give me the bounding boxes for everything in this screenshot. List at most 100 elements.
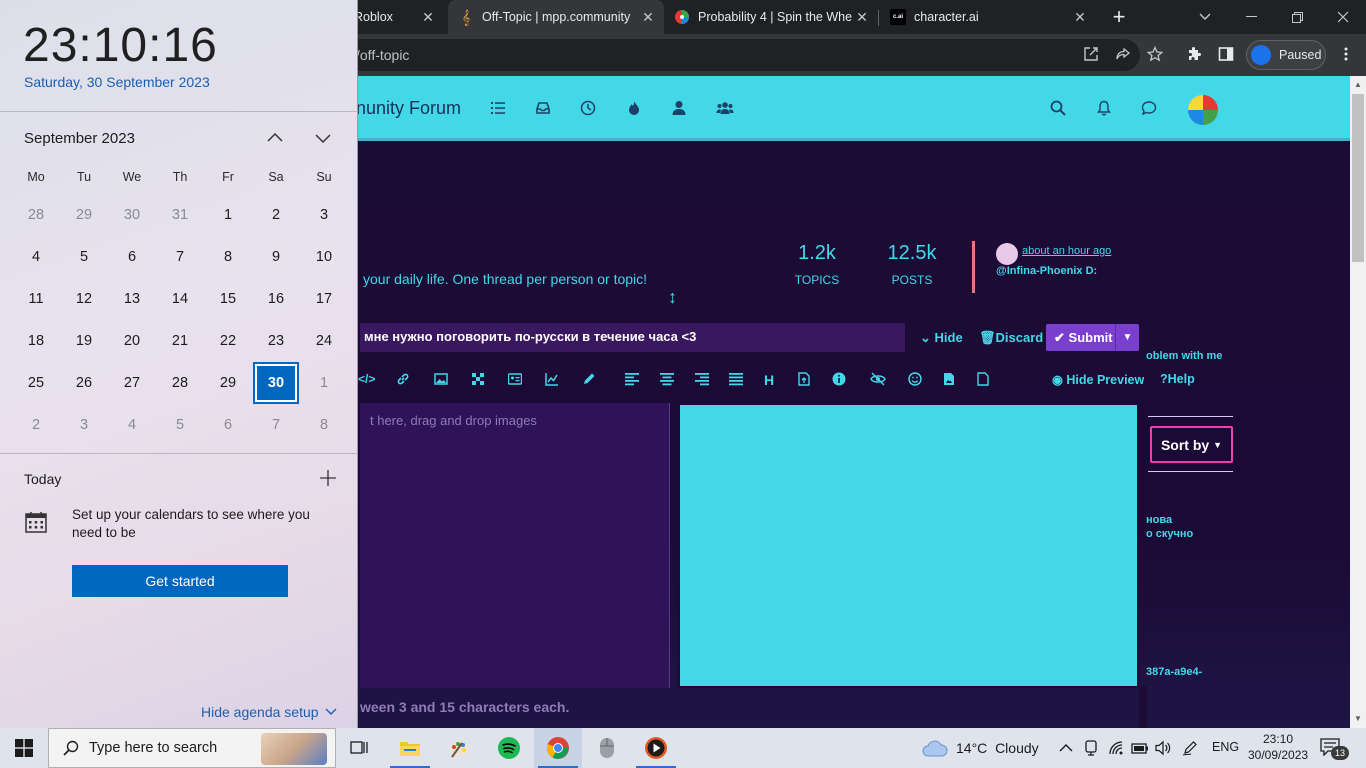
file-icon[interactable] (977, 372, 991, 386)
spotify-icon[interactable] (485, 728, 533, 768)
paint-icon[interactable] (435, 728, 483, 768)
media-player-icon[interactable] (632, 728, 680, 768)
calendar-day[interactable]: 12 (63, 280, 105, 318)
calendar-day[interactable]: 10 (303, 238, 345, 276)
calendar-day[interactable]: 3 (303, 196, 345, 234)
month-label[interactable]: September 2023 (24, 130, 135, 147)
chevron-down-icon[interactable] (314, 129, 332, 147)
get-started-button[interactable]: Get started (72, 565, 288, 597)
align-left-icon[interactable] (625, 372, 639, 386)
calendar-day[interactable]: 14 (159, 280, 201, 318)
tab-probability[interactable]: Probability 4 | Spin the Whe ✕ (664, 0, 878, 34)
eye-slash-icon[interactable] (870, 372, 886, 386)
calendar-day[interactable]: 26 (63, 364, 105, 402)
id-card-icon[interactable] (508, 372, 522, 386)
file-image-icon[interactable] (943, 372, 957, 386)
open-in-app-icon[interactable] (1083, 46, 1101, 64)
battery-icon[interactable] (1131, 740, 1148, 756)
topic-title-input[interactable]: мне нужно поговорить по-русски в течение… (360, 323, 905, 352)
file-upload-icon[interactable] (798, 372, 812, 386)
last-post-time[interactable]: about an hour ago (1022, 245, 1111, 257)
users-group-icon[interactable] (716, 100, 734, 118)
calendar-day[interactable]: 8 (207, 238, 249, 276)
page-scrollbar[interactable]: ▲ ▼ (1350, 76, 1366, 728)
task-view-icon[interactable] (336, 728, 384, 768)
taskbar-search-box[interactable]: Type here to search (48, 728, 336, 768)
calendar-day[interactable]: 22 (207, 322, 249, 360)
hide-agenda-button[interactable]: Hide agenda setup (201, 704, 337, 720)
calendar-day[interactable]: 24 (303, 322, 345, 360)
calendar-day[interactable]: 7 (255, 406, 297, 444)
calendar-day[interactable]: 29 (63, 196, 105, 234)
tab-roblox[interactable]: Roblox ✕ (344, 0, 444, 34)
calendar-day[interactable]: 9 (255, 238, 297, 276)
scroll-up-icon[interactable]: ▲ (1353, 80, 1363, 89)
calendar-day[interactable]: 27 (111, 364, 153, 402)
close-icon[interactable]: ✕ (640, 9, 656, 25)
chat-icon[interactable] (1141, 100, 1159, 118)
extensions-icon[interactable] (1186, 46, 1204, 64)
mouse-icon[interactable] (583, 728, 631, 768)
plus-icon[interactable] (318, 468, 338, 488)
chevron-up-icon[interactable] (266, 129, 284, 147)
image-icon[interactable] (434, 372, 448, 386)
calendar-day[interactable]: 15 (207, 280, 249, 318)
calendar-day[interactable]: 25 (15, 364, 57, 402)
align-right-icon[interactable] (695, 372, 709, 386)
profile-button[interactable]: Paused (1246, 40, 1326, 70)
calendar-day[interactable]: 1 (303, 364, 345, 402)
calendar-day[interactable]: 20 (111, 322, 153, 360)
chart-icon[interactable] (545, 372, 559, 386)
kebab-menu-icon[interactable] (1344, 46, 1362, 64)
close-icon[interactable]: ✕ (420, 9, 436, 25)
fire-icon[interactable] (626, 100, 644, 118)
restore-icon[interactable] (1274, 0, 1320, 34)
calendar-day[interactable]: 13 (111, 280, 153, 318)
calendar-day[interactable]: 3 (63, 406, 105, 444)
tab-character-ai[interactable]: c.ai character.ai ✕ (880, 0, 1096, 34)
meet-now-icon[interactable] (1083, 740, 1099, 756)
close-icon[interactable]: ✕ (1072, 9, 1088, 25)
align-justify-icon[interactable] (729, 372, 743, 386)
tab-search-icon[interactable] (1182, 0, 1228, 34)
grid-icon[interactable] (471, 372, 485, 386)
calendar-day[interactable]: 6 (207, 406, 249, 444)
windows-start-icon[interactable] (0, 728, 48, 768)
hide-preview-button[interactable]: ◉ Hide Preview (1052, 372, 1144, 387)
calendar-day[interactable]: 1 (207, 196, 249, 234)
address-bar[interactable]: /off-topic (340, 39, 1140, 71)
info-icon[interactable] (832, 372, 846, 386)
list-icon[interactable] (490, 100, 508, 118)
hide-button[interactable]: ⌄ Hide (920, 330, 963, 346)
pencil-icon[interactable] (582, 372, 596, 386)
calendar-day[interactable]: 23 (255, 322, 297, 360)
avatar[interactable] (996, 243, 1018, 265)
calendar-day[interactable]: 29 (207, 364, 249, 402)
bell-icon[interactable] (1096, 100, 1114, 118)
caret-down-icon[interactable]: ▼ (1115, 324, 1139, 351)
tab-off-topic[interactable]: 𝄞 Off-Topic | mpp.community ✕ (448, 0, 664, 34)
user-icon[interactable] (671, 100, 689, 118)
calendar-day[interactable]: 8 (303, 406, 345, 444)
chrome-icon[interactable] (534, 728, 582, 768)
calendar-day[interactable]: 2 (255, 196, 297, 234)
discard-button[interactable]: 🗑Discard (979, 330, 1043, 346)
pen-icon[interactable] (1182, 740, 1198, 756)
calendar-day[interactable]: 5 (63, 238, 105, 276)
composer-editor[interactable]: t here, drag and drop images (360, 403, 670, 688)
calendar-day[interactable]: 7 (159, 238, 201, 276)
smile-icon[interactable] (908, 372, 922, 386)
wifi-icon[interactable] (1108, 740, 1124, 756)
weather-widget[interactable]: 14°C Cloudy (922, 728, 1039, 768)
bookmark-star-icon[interactable] (1147, 46, 1165, 64)
sort-by-button[interactable]: Sort by ▼ (1150, 426, 1233, 463)
flyout-date[interactable]: Saturday, 30 September 2023 (24, 74, 210, 90)
calendar-day[interactable]: 28 (159, 364, 201, 402)
new-tab-button[interactable]: + (1096, 0, 1142, 34)
calendar-day[interactable]: 19 (63, 322, 105, 360)
side-panel-icon[interactable] (1218, 46, 1236, 64)
submit-button[interactable]: ✔ Submit ▼ (1046, 324, 1139, 351)
close-window-icon[interactable] (1320, 0, 1366, 34)
calendar-day[interactable]: 4 (15, 238, 57, 276)
link-icon[interactable] (396, 372, 410, 386)
